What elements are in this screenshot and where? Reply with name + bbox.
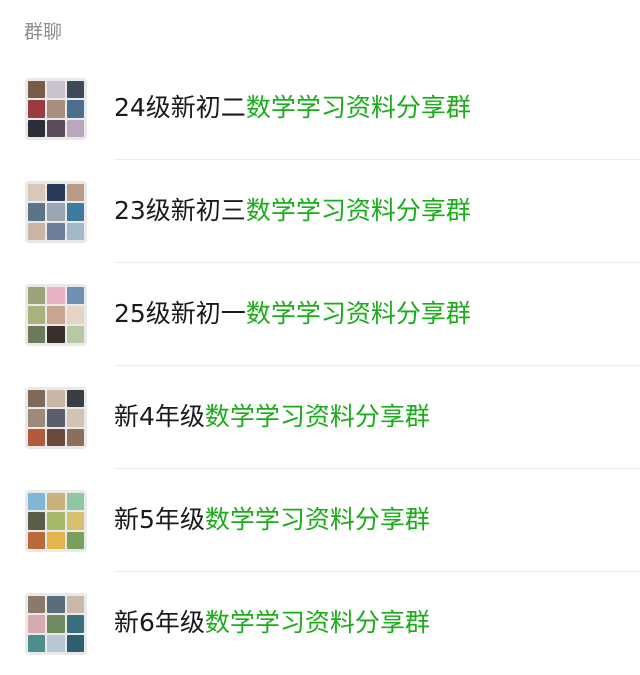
avatar-tile [28, 184, 46, 202]
avatar-tile [47, 615, 65, 633]
avatar-tile [47, 596, 65, 614]
group-chat-item[interactable]: 23级新初三数学学习资料分享群 [0, 160, 640, 263]
avatar-tile [66, 596, 84, 614]
group-chat-item[interactable]: 新4年级数学学习资料分享群 [0, 366, 640, 469]
group-avatar[interactable] [25, 284, 87, 346]
avatar-tile [47, 634, 65, 652]
avatar-tile [47, 81, 65, 99]
group-chat-item[interactable]: 新5年级数学学习资料分享群 [0, 469, 640, 572]
avatar-tile [28, 596, 46, 614]
avatar-tile [66, 100, 84, 118]
avatar-tile [47, 222, 65, 240]
avatar-tile [66, 428, 84, 446]
avatar-tile [47, 184, 65, 202]
avatar-tile [28, 428, 46, 446]
group-name-search-match: 数学学习资料分享群 [245, 93, 471, 122]
avatar-tile [66, 287, 84, 305]
group-avatar[interactable] [25, 78, 87, 140]
avatar-tile [47, 512, 65, 530]
group-name-prefix: 新5年级 [114, 505, 205, 534]
group-avatar[interactable] [25, 593, 87, 655]
avatar-tile [66, 203, 84, 221]
avatar-tile [28, 493, 46, 511]
avatar-tile [28, 222, 46, 240]
avatar-tile [28, 325, 46, 343]
avatar-tile [28, 306, 46, 324]
avatar-tile [66, 184, 84, 202]
avatar-tile [28, 512, 46, 530]
avatar-tile [66, 615, 84, 633]
group-chat-item[interactable]: 25级新初一数学学习资料分享群 [0, 263, 640, 366]
avatar-tile [66, 409, 84, 427]
avatar-tile [28, 390, 46, 408]
avatar-tile [28, 634, 46, 652]
group-name: 新5年级数学学习资料分享群 [114, 503, 430, 537]
group-name-prefix: 新4年级 [114, 402, 205, 431]
group-name: 新4年级数学学习资料分享群 [114, 400, 430, 434]
group-name-prefix: 新6年级 [114, 608, 205, 637]
avatar-tile [28, 81, 46, 99]
avatar-tile [47, 100, 65, 118]
avatar-tile [28, 615, 46, 633]
group-name-search-match: 数学学习资料分享群 [204, 505, 430, 534]
avatar-tile [66, 531, 84, 549]
group-avatar[interactable] [25, 181, 87, 243]
group-name-prefix: 25级新初一 [114, 299, 246, 328]
avatar-tile [47, 409, 65, 427]
avatar-tile [47, 287, 65, 305]
avatar-tile [66, 306, 84, 324]
avatar-tile [66, 119, 84, 137]
avatar-tile [47, 428, 65, 446]
avatar-tile [66, 325, 84, 343]
avatar-tile [47, 325, 65, 343]
group-name-prefix: 24级新初二 [114, 93, 246, 122]
group-name-search-match: 数学学习资料分享群 [204, 608, 430, 637]
avatar-tile [66, 634, 84, 652]
group-name: 25级新初一数学学习资料分享群 [114, 297, 471, 331]
group-avatar[interactable] [25, 387, 87, 449]
group-name: 新6年级数学学习资料分享群 [114, 606, 430, 640]
avatar-tile [66, 222, 84, 240]
avatar-tile [47, 119, 65, 137]
section-title: 群聊 [24, 21, 63, 43]
group-name-search-match: 数学学习资料分享群 [245, 196, 471, 225]
avatar-tile [66, 512, 84, 530]
avatar-tile [47, 531, 65, 549]
group-name: 24级新初二数学学习资料分享群 [114, 91, 471, 125]
avatar-tile [47, 203, 65, 221]
avatar-tile [66, 81, 84, 99]
avatar-tile [28, 119, 46, 137]
group-name-prefix: 23级新初三 [114, 196, 246, 225]
avatar-tile [28, 531, 46, 549]
avatar-tile [47, 306, 65, 324]
avatar-tile [28, 409, 46, 427]
group-name-search-match: 数学学习资料分享群 [204, 402, 430, 431]
avatar-tile [28, 203, 46, 221]
avatar-tile [66, 493, 84, 511]
avatar-tile [47, 493, 65, 511]
group-name: 23级新初三数学学习资料分享群 [114, 194, 471, 228]
avatar-tile [28, 100, 46, 118]
group-chat-item[interactable]: 24级新初二数学学习资料分享群 [0, 57, 640, 160]
group-chat-item[interactable]: 新6年级数学学习资料分享群 [0, 572, 640, 675]
group-avatar[interactable] [25, 490, 87, 552]
avatar-tile [28, 287, 46, 305]
group-chat-list: 24级新初二数学学习资料分享群 23级新初三数学学习资料分享群 25级新初一数学学习… [0, 57, 640, 675]
avatar-tile [47, 390, 65, 408]
avatar-tile [66, 390, 84, 408]
group-name-search-match: 数学学习资料分享群 [245, 299, 471, 328]
